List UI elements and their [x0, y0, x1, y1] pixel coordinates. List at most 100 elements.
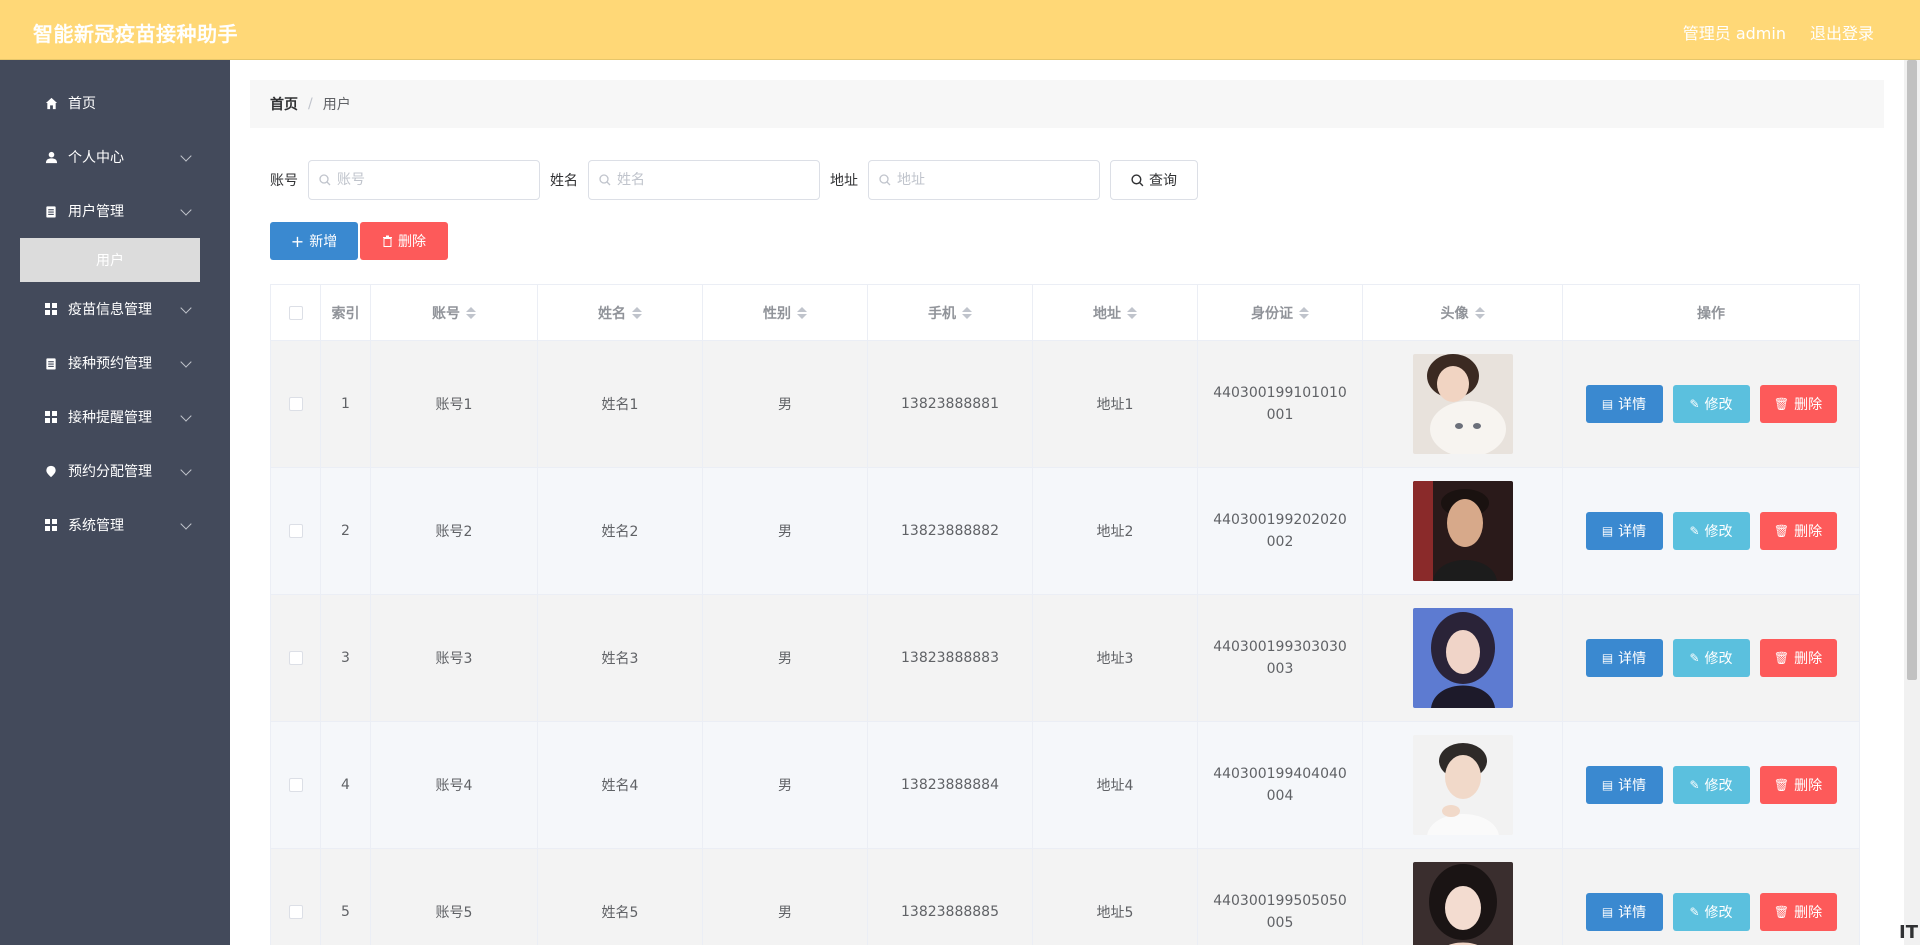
- breadcrumb-home[interactable]: 首页: [270, 94, 298, 114]
- sidebar-item-user-management[interactable]: 用户管理: [0, 184, 230, 238]
- breadcrumb: 首页 / 用户: [250, 80, 1884, 128]
- delete-button[interactable]: 🗑 删除: [1759, 639, 1837, 677]
- edit-button[interactable]: ✎ 修改: [1672, 385, 1750, 423]
- delete-label: 删除: [1794, 905, 1823, 921]
- detail-button[interactable]: ▤ 详情: [1585, 766, 1663, 804]
- trash-icon: 🗑: [1773, 524, 1790, 538]
- cell-address: 地址5: [1033, 849, 1198, 945]
- cell-sex: 男: [703, 849, 868, 945]
- document-icon: ▤: [1601, 778, 1614, 792]
- address-search-field[interactable]: [868, 160, 1100, 200]
- trash-icon: 🗑: [1773, 397, 1790, 411]
- row-checkbox[interactable]: [288, 397, 303, 411]
- table-row: 1 账号1 姓名1 男 13823888881 地址1 440300199101010001…: [271, 341, 1859, 468]
- header-account[interactable]: 账号: [371, 285, 538, 340]
- select-all-checkbox[interactable]: [288, 305, 303, 320]
- sidebar-item-system[interactable]: 系统管理: [0, 498, 230, 552]
- edit-label: 修改: [1704, 905, 1733, 921]
- user-icon: [44, 150, 58, 164]
- detail-button[interactable]: ▤ 详情: [1585, 639, 1663, 677]
- delete-label: 删除: [1794, 651, 1823, 667]
- cell-phone: 13823888883: [868, 595, 1033, 721]
- delete-button[interactable]: 🗑 删除: [1759, 893, 1837, 931]
- sidebar-item-reminder[interactable]: 接种提醒管理: [0, 390, 230, 444]
- header-avatar[interactable]: 头像: [1363, 285, 1563, 340]
- header-idcard[interactable]: 身份证: [1198, 285, 1363, 340]
- sort-icon[interactable]: [1299, 306, 1309, 319]
- account-search-field[interactable]: [308, 160, 540, 200]
- detail-button[interactable]: ▤ 详情: [1585, 893, 1663, 931]
- row-checkbox[interactable]: [288, 524, 303, 538]
- header-avatar-label: 头像: [1440, 305, 1469, 322]
- cell-idcard: 440300199303030003: [1198, 595, 1363, 721]
- grid-icon: [44, 518, 58, 532]
- address-search-input[interactable]: [897, 172, 1087, 188]
- cell-address: 地址3: [1033, 595, 1198, 721]
- sidebar-item-appointment[interactable]: 接种预约管理: [0, 336, 230, 390]
- avatar-image: [1412, 735, 1513, 835]
- logout-link[interactable]: 退出登录: [1810, 20, 1874, 44]
- name-search-field[interactable]: [588, 160, 820, 200]
- cell-phone: 13823888885: [868, 849, 1033, 945]
- header-phone[interactable]: 手机: [868, 285, 1033, 340]
- delete-button[interactable]: 🗑 删除: [1759, 512, 1837, 550]
- sidebar-subitem-user[interactable]: 用户: [20, 238, 200, 282]
- sidebar-item-home[interactable]: 首页: [0, 76, 230, 130]
- header-name[interactable]: 姓名: [538, 285, 703, 340]
- edit-button[interactable]: ✎ 修改: [1672, 639, 1750, 677]
- scrollbar-thumb[interactable]: [1907, 60, 1917, 680]
- query-button[interactable]: 查询: [1110, 160, 1198, 200]
- sort-icon[interactable]: [797, 306, 807, 319]
- account-search-input[interactable]: [337, 172, 527, 188]
- row-checkbox[interactable]: [288, 905, 303, 919]
- avatar-image: [1412, 608, 1513, 708]
- header-address[interactable]: 地址: [1033, 285, 1198, 340]
- header-checkbox-cell: [271, 285, 321, 340]
- sidebar-item-profile[interactable]: 个人中心: [0, 130, 230, 184]
- chevron-down-icon: [180, 204, 192, 216]
- edit-button[interactable]: ✎ 修改: [1672, 893, 1750, 931]
- row-checkbox[interactable]: [288, 778, 303, 792]
- page-scrollbar[interactable]: [1904, 60, 1920, 945]
- chevron-down-icon: [180, 410, 192, 422]
- sort-icon[interactable]: [1127, 306, 1137, 319]
- edit-button[interactable]: ✎ 修改: [1672, 766, 1750, 804]
- sort-icon[interactable]: [962, 306, 972, 319]
- cell-address: 地址1: [1033, 341, 1198, 467]
- table-row: 5 账号5 姓名5 男 13823888885 地址5 440300199505050005…: [271, 849, 1859, 945]
- header-sex[interactable]: 性别: [703, 285, 868, 340]
- cell-index: 2: [321, 468, 371, 594]
- delete-button[interactable]: 🗑 删除: [1759, 385, 1837, 423]
- sidebar-item-label: 首页: [68, 96, 96, 112]
- sidebar-item-label: 接种提醒管理: [68, 410, 152, 426]
- sort-icon[interactable]: [466, 306, 476, 319]
- cell-address: 地址4: [1033, 722, 1198, 848]
- idcard-text: 440300199505050005: [1213, 893, 1347, 931]
- sidebar-item-vaccine-info[interactable]: 疫苗信息管理: [0, 282, 230, 336]
- add-button[interactable]: + 新增: [270, 222, 358, 260]
- admin-user-label[interactable]: 管理员 admin: [1683, 20, 1786, 44]
- search-icon: [319, 174, 331, 186]
- cell-name: 姓名3: [538, 595, 703, 721]
- table-row: 4 账号4 姓名4 男 13823888884 地址4 440300199404040004…: [271, 722, 1859, 849]
- sidebar-item-label: 用户管理: [68, 204, 124, 220]
- search-icon: [1131, 173, 1144, 186]
- home-icon: [44, 96, 58, 110]
- sidebar-item-label: 接种预约管理: [68, 356, 152, 372]
- main-content: 首页 / 用户 账号 姓名 地址 查询 + 新增 删除: [230, 60, 1904, 945]
- cell-sex: 男: [703, 722, 868, 848]
- chevron-down-icon: [180, 518, 192, 530]
- sort-icon[interactable]: [632, 306, 642, 319]
- row-checkbox[interactable]: [288, 651, 303, 665]
- batch-delete-button[interactable]: 删除: [360, 222, 448, 260]
- cell-name: 姓名4: [538, 722, 703, 848]
- name-search-input[interactable]: [617, 172, 807, 188]
- delete-button[interactable]: 🗑 删除: [1759, 766, 1837, 804]
- sidebar-item-label: 系统管理: [68, 518, 124, 534]
- header-idcard-label: 身份证: [1251, 305, 1293, 322]
- detail-button[interactable]: ▤ 详情: [1585, 512, 1663, 550]
- sidebar-item-allocation[interactable]: 预约分配管理: [0, 444, 230, 498]
- detail-button[interactable]: ▤ 详情: [1585, 385, 1663, 423]
- sort-icon[interactable]: [1474, 306, 1485, 319]
- edit-button[interactable]: ✎ 修改: [1672, 512, 1750, 550]
